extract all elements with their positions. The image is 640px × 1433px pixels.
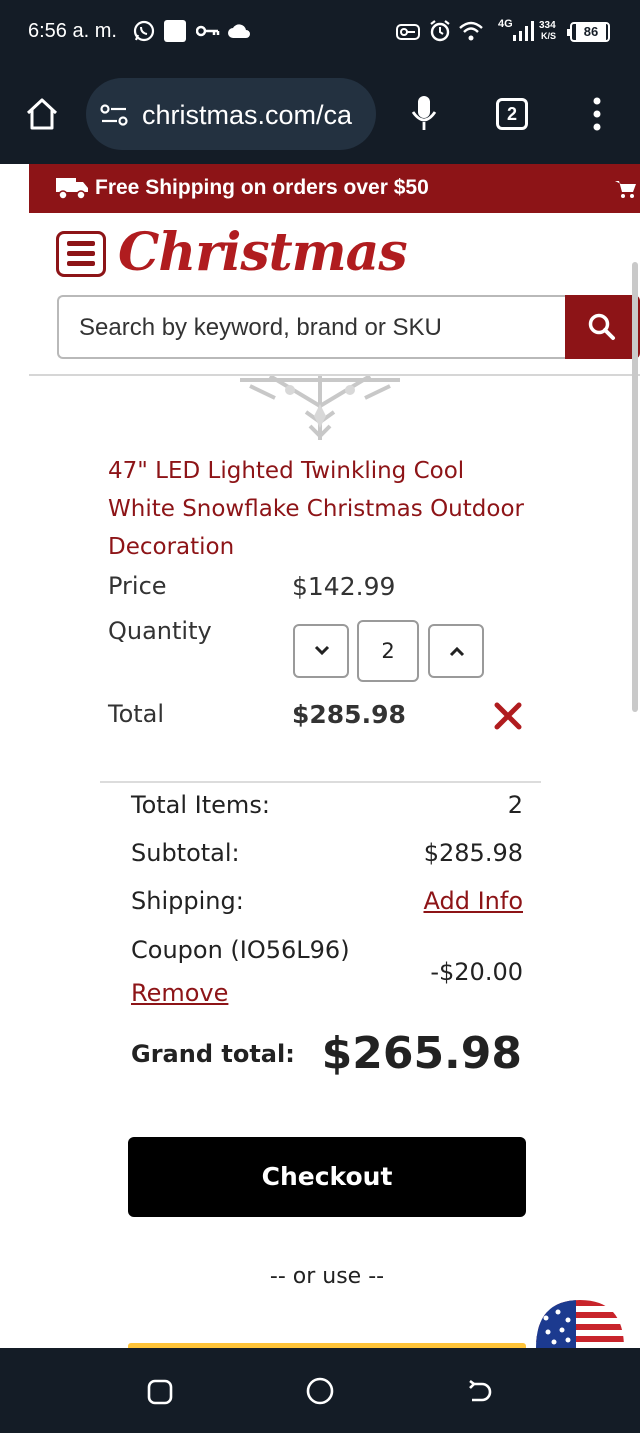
system-navigation-bar [0,1348,640,1433]
chevron-down-icon [314,645,330,656]
back-nav-icon[interactable] [466,1378,494,1406]
promo-banner-text: Free Shipping on orders over $50 [95,176,429,199]
total-items-label: Total Items: [131,791,270,819]
price-label: Price [108,572,167,600]
coupon-label: Coupon (IO56L96) [131,936,350,964]
coupon-discount: -$20.00 [430,958,523,986]
search-button[interactable] [565,295,640,359]
add-shipping-info-link[interactable]: Add Info [423,887,523,915]
quantity-input[interactable] [357,620,419,682]
status-time: 6:56 a. m. [28,20,117,42]
quantity-decrease-button[interactable] [293,624,349,678]
checkout-button[interactable]: Checkout [128,1137,526,1217]
network-type: 4G [498,18,513,30]
network-speed: 334 [539,20,556,31]
home-nav-icon[interactable] [305,1376,335,1406]
cart-icon[interactable] [615,179,637,199]
search-box [57,295,567,359]
remove-coupon-link[interactable]: Remove [131,979,228,1007]
product-title-link[interactable]: 47" LED Lighted Twinkling Cool White Sno… [108,452,528,566]
item-total-value: $285.98 [292,700,406,729]
microphone-icon[interactable] [410,94,438,134]
promo-banner: Free Shipping on orders over $50 [29,164,640,213]
wifi-icon [459,21,483,41]
alarm-icon [430,20,450,42]
network-speed-unit: K/S [541,31,557,41]
hamburger-menu-button[interactable] [56,231,106,277]
truck-icon [56,178,88,200]
summary-divider [100,781,541,783]
scrollbar[interactable] [632,262,638,712]
battery-level: 86 [576,24,606,40]
site-settings-icon[interactable] [100,104,128,126]
more-options-icon[interactable] [590,96,604,132]
key-icon [196,25,220,37]
whatsapp-icon [133,20,155,42]
site-logo[interactable]: Christmas [118,222,408,283]
notification-square-icon [164,20,186,42]
remove-item-icon[interactable] [494,702,522,730]
unit-price: $142.99 [292,572,396,601]
battery-icon: 86 [567,22,610,42]
chevron-up-icon [449,646,465,657]
url-text[interactable]: christmas.com/ca [142,100,366,131]
tab-switcher-button[interactable]: 2 [496,98,528,130]
status-bar: 6:56 a. m. 4G 334 K/S 86 [0,0,640,64]
subtotal-label: Subtotal: [131,839,240,867]
subtotal-value: $285.98 [423,839,523,867]
browser-toolbar: christmas.com/ca 2 [0,64,640,164]
product-image[interactable] [230,376,410,446]
cloud-icon [228,24,250,38]
grand-total-label: Grand total: [131,1040,295,1068]
grand-total-value: $265.98 [321,1028,522,1079]
quantity-label: Quantity [108,617,212,645]
total-items-value: 2 [507,791,523,819]
shipping-label: Shipping: [131,887,244,915]
vpn-key-icon [396,24,420,40]
search-input[interactable] [79,309,549,347]
recent-apps-icon[interactable] [146,1378,174,1406]
search-icon [588,313,615,340]
quantity-increase-button[interactable] [428,624,484,678]
us-flag-icon[interactable] [536,1300,624,1348]
item-total-label: Total [108,700,165,728]
home-icon[interactable] [24,96,60,132]
signal-icon [513,21,534,41]
alternative-payment-text: -- or use -- [269,1264,385,1289]
